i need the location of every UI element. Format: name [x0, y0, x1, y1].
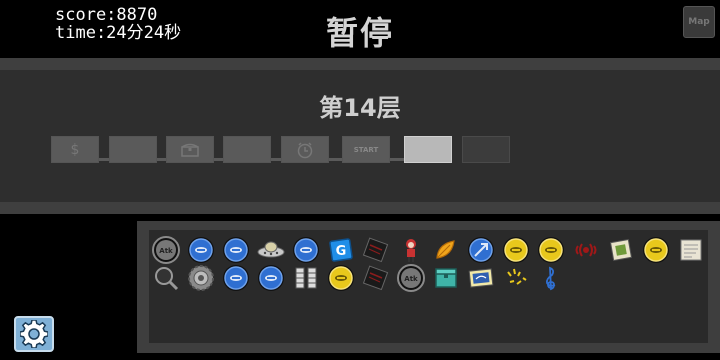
gear-icon [20, 320, 48, 348]
room-unexplored[interactable] [462, 136, 510, 163]
paper-scroll-icon[interactable] [677, 236, 705, 264]
clock-icon [297, 141, 313, 158]
yellow-coin-icon[interactable] [537, 236, 565, 264]
g-card-icon[interactable]: G [327, 236, 355, 264]
dollar-icon: $ [70, 141, 80, 158]
room-shop[interactable]: $ [51, 136, 99, 163]
green-photo-icon[interactable] [607, 236, 635, 264]
atk-coin-icon[interactable]: Atk [397, 264, 425, 292]
chest-icon [181, 143, 199, 157]
ufo-icon[interactable] [257, 236, 285, 264]
room-start[interactable]: START [342, 136, 390, 163]
blue-coin-icon[interactable] [292, 236, 320, 264]
blue-coin-icon[interactable] [257, 264, 285, 292]
start-label: START [353, 145, 379, 154]
red-swirl-icon[interactable] [572, 236, 600, 264]
svg-text:G: G [336, 244, 347, 259]
orange-leaf-icon[interactable] [432, 236, 460, 264]
svg-text:Atk: Atk [159, 247, 173, 255]
treble-clef-icon[interactable] [537, 264, 565, 292]
blue-coin-icon[interactable] [187, 236, 215, 264]
yellow-coin-icon[interactable] [642, 236, 670, 264]
blue-coin-icon[interactable] [222, 264, 250, 292]
magnifier-icon[interactable] [152, 264, 180, 292]
map-button[interactable]: Map [683, 6, 715, 38]
floor-label: 第14层 [319, 94, 401, 122]
room-current[interactable] [404, 136, 452, 163]
blue-coin-icon[interactable] [222, 236, 250, 264]
settings-button[interactable] [14, 316, 54, 352]
inventory-grid: Atk G Atk [149, 230, 708, 343]
yellow-coin-icon[interactable] [502, 236, 530, 264]
room-normal[interactable] [223, 136, 271, 163]
blue-clock-coin-icon[interactable] [467, 236, 495, 264]
teal-chest-icon[interactable] [432, 264, 460, 292]
blue-map-icon[interactable] [467, 264, 495, 292]
red-doll-icon[interactable] [397, 236, 425, 264]
pause-title: 暂停 [325, 14, 394, 52]
room-treasure[interactable] [166, 136, 214, 163]
svg-text:Atk: Atk [404, 275, 418, 283]
yellow-coin-icon[interactable] [327, 264, 355, 292]
room-timer[interactable] [281, 136, 329, 163]
atk-coin-icon[interactable]: Atk [152, 236, 180, 264]
gear-coin-icon[interactable] [187, 264, 215, 292]
black-book-icon[interactable] [362, 236, 390, 264]
room-normal[interactable] [109, 136, 157, 163]
coin-stack-icon[interactable] [292, 264, 320, 292]
black-book-icon[interactable] [362, 264, 390, 292]
yellow-sparks-icon[interactable] [502, 264, 530, 292]
